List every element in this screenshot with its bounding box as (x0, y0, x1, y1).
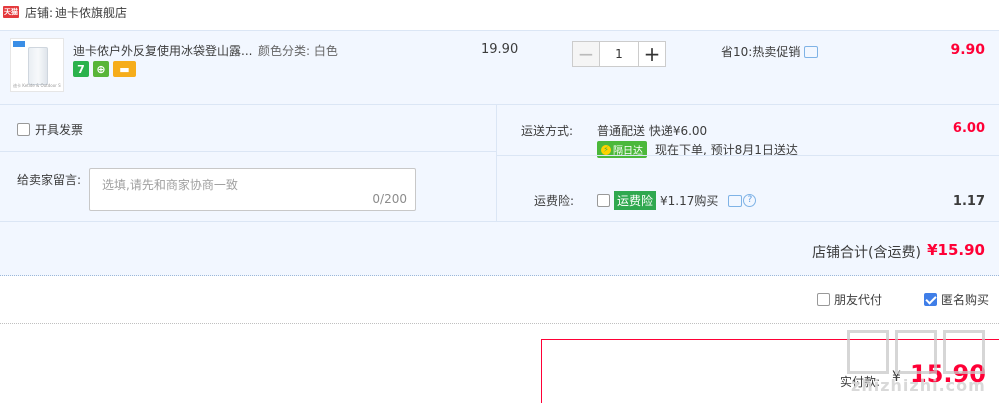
currency-symbol: ¥ (892, 369, 901, 385)
final-payment-label: 实付款: (840, 375, 881, 389)
shop-subtotal-label: 店铺合计(含运费) (812, 245, 921, 261)
anonymous-buy-checkbox[interactable] (924, 293, 937, 306)
shop-header: 天猫 店铺: 迪卡侬旗舰店 (0, 0, 999, 24)
invoice-label: 开具发票 (35, 123, 84, 137)
insurance-checkbox[interactable] (597, 194, 610, 207)
promo-label: 省10:热卖促销 (721, 45, 801, 59)
friend-pay-checkbox[interactable] (817, 293, 830, 306)
shop-name-link[interactable]: 迪卡侬旗舰店 (55, 4, 127, 21)
shop-subtotal-value: ¥15.90 (927, 241, 985, 259)
product-title-link[interactable]: 迪卡侬户外反复使用冰袋登山露... (73, 42, 252, 59)
shop-label: 店铺: (25, 5, 54, 20)
unit-price: 19.90 (481, 42, 519, 57)
friend-pay-label: 朋友代付 (834, 293, 883, 307)
shipping-label: 运送方式: (521, 124, 574, 138)
promo-info: 省10:热卖促销 (721, 43, 819, 60)
buyer-options: 开具发票 给卖家留言: 选填,请先和商家协商一致 0/200 (0, 105, 497, 221)
quantity-stepper: − 1 + (572, 41, 666, 67)
anonymous-buy-label: 匿名购买 (941, 293, 990, 307)
seller-message-textarea[interactable]: 选填,请先和商家协商一致 0/200 (89, 168, 416, 211)
seller-message-placeholder: 选填,请先和商家协商一致 (102, 178, 238, 192)
shipping-fee: 6.00 (952, 121, 985, 136)
anonymous-buy-option[interactable]: 匿名购买 (924, 291, 989, 308)
service-icons: 7 ⊕ ▬ (73, 61, 136, 77)
guarantee-shield-icon[interactable]: ⊕ (93, 61, 109, 77)
quantity-decrease-button[interactable]: − (572, 41, 600, 67)
invoice-checkbox[interactable] (17, 123, 30, 136)
quantity-increase-button[interactable]: + (638, 41, 666, 67)
chat-bubble-icon[interactable] (728, 194, 743, 207)
seller-message-label: 给卖家留言: (17, 173, 82, 187)
lightning-icon: ⚡ (601, 144, 611, 155)
credit-card-icon[interactable]: ▬ (113, 61, 136, 77)
friend-pay-option[interactable]: 朋友代付 (817, 291, 882, 308)
quantity-input[interactable]: 1 (600, 41, 638, 67)
invoice-option[interactable]: 开具发票 (17, 121, 83, 138)
order-item-row: 迪卡 Ketide & Outdoor Store 迪卡侬户外反复使用冰袋登山露… (0, 30, 999, 104)
insurance-option: 运费险 ¥1.17购买 ? (597, 191, 757, 210)
thumb-tag-icon (13, 41, 25, 47)
insurance-label: 运费险: (534, 194, 575, 208)
ice-bag-image (28, 47, 48, 85)
divider (497, 155, 999, 156)
final-payment-box: 实付款: ¥ 15.90 (541, 339, 999, 403)
seven-day-return-icon[interactable]: 7 (73, 61, 89, 77)
final-payment-amount: 15.90 (910, 360, 986, 388)
shipping-method-select[interactable]: 普通配送 快递¥6.00 (597, 122, 707, 139)
tmall-logo-icon: 天猫 (3, 6, 19, 18)
item-total-price: 9.90 (950, 42, 985, 58)
insurance-help: ? (728, 194, 757, 207)
checkout-page: 天猫 店铺: 迪卡侬旗舰店 迪卡 Ketide & Outdoor Store … (0, 0, 999, 403)
product-thumbnail[interactable]: 迪卡 Ketide & Outdoor Store (10, 38, 64, 92)
insurance-price: ¥1.17购买 (660, 194, 719, 208)
order-options: 开具发票 给卖家留言: 选填,请先和商家协商一致 0/200 运送方式: 普通配… (0, 104, 999, 276)
question-icon[interactable]: ? (743, 194, 757, 207)
character-count: 0/200 (372, 192, 407, 206)
divider (0, 151, 496, 152)
thumb-caption: 迪卡 Ketide & Outdoor Store (13, 83, 61, 88)
shop-subtotal-row: 店铺合计(含运费) ¥15.90 (0, 221, 999, 276)
payment-options: 朋友代付 匿名购买 (0, 275, 999, 324)
sku-info: 颜色分类: 白色 (258, 44, 338, 58)
chat-bubble-icon[interactable] (804, 45, 819, 58)
insurance-fee: 1.17 (952, 194, 985, 209)
insurance-tag: 运费险 (614, 191, 657, 210)
